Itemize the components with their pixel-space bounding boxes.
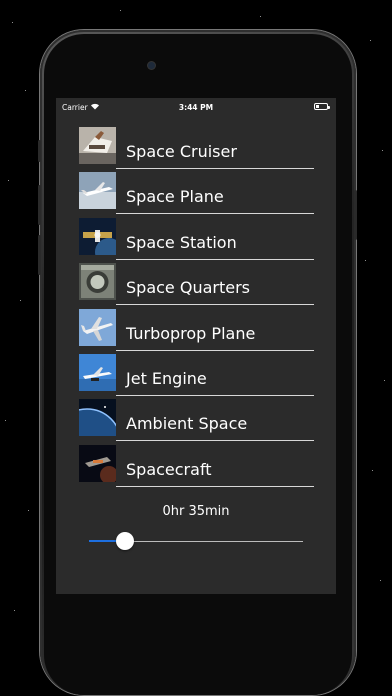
slider-thumb[interactable] xyxy=(116,532,135,550)
list-item-label: Ambient Space xyxy=(126,414,248,434)
list-item[interactable]: Space Station xyxy=(79,217,314,262)
status-time: 3:44 PM xyxy=(178,103,214,112)
list-item-label: Turboprop Plane xyxy=(126,323,256,343)
list-item[interactable]: Spacecraft xyxy=(79,444,314,489)
divider xyxy=(116,213,314,215)
status-bar: Carrier 3:44 PM xyxy=(56,98,336,116)
spacecraft-thumbnail xyxy=(79,444,116,482)
mute-switch xyxy=(38,140,41,162)
volume-up-button xyxy=(38,185,41,225)
divider xyxy=(116,485,314,487)
divider xyxy=(116,440,314,442)
space-plane-thumbnail xyxy=(79,172,116,210)
list-item-label: Space Station xyxy=(126,232,237,252)
divider xyxy=(116,304,314,306)
jet-engine-thumbnail xyxy=(79,353,116,391)
list-item-label: Spacecraft xyxy=(126,459,212,479)
sound-list: Space Cruiser Space Plane Space Station … xyxy=(79,126,314,489)
list-item[interactable]: Ambient Space xyxy=(79,398,314,443)
list-item-label: Space Quarters xyxy=(126,278,250,298)
divider xyxy=(116,258,314,260)
timer-slider[interactable] xyxy=(89,532,303,550)
divider xyxy=(116,394,314,396)
app-screen: Carrier 3:44 PM Space Cruiser Space Plan… xyxy=(56,98,336,594)
space-station-thumbnail xyxy=(79,217,116,255)
space-quarters-thumbnail xyxy=(79,263,116,301)
list-item-label: Space Cruiser xyxy=(126,142,237,161)
divider xyxy=(116,349,314,351)
timer-readout: 0hr 35min xyxy=(162,504,230,519)
battery-icon xyxy=(314,103,330,110)
list-item[interactable]: Space Cruiser xyxy=(79,126,314,171)
power-button xyxy=(354,190,357,240)
list-item[interactable]: Turboprop Plane xyxy=(79,308,314,353)
volume-down-button xyxy=(38,235,41,275)
divider xyxy=(116,168,314,169)
turboprop-plane-thumbnail xyxy=(79,308,116,346)
list-item[interactable]: Space Quarters xyxy=(79,262,314,307)
list-item-label: Jet Engine xyxy=(126,368,207,388)
ambient-space-thumbnail xyxy=(79,399,116,437)
space-cruiser-thumbnail xyxy=(79,127,116,164)
front-camera-icon xyxy=(148,62,155,69)
list-item-label: Space Plane xyxy=(126,187,224,207)
list-item[interactable]: Space Plane xyxy=(79,171,314,216)
list-item[interactable]: Jet Engine xyxy=(79,353,314,398)
